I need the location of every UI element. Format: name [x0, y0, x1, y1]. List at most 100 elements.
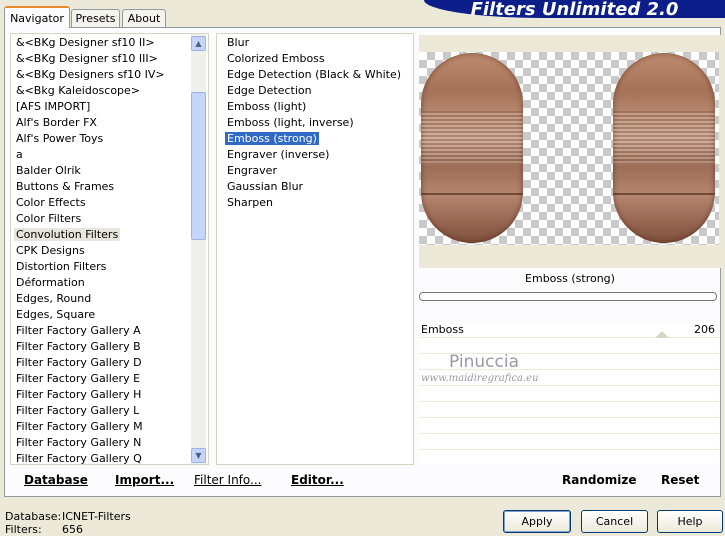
slider-row-empty: [419, 418, 719, 434]
slider-emboss[interactable]: Emboss 206: [419, 322, 719, 338]
filter-item-label: Engraver (inverse): [227, 148, 330, 161]
filter-item[interactable]: Engraver (inverse): [222, 147, 412, 163]
category-item[interactable]: Alf's Power Toys: [11, 131, 191, 147]
preview-image: [419, 52, 719, 245]
category-item[interactable]: Filter Factory Gallery M: [11, 419, 191, 435]
tab-navigator-label: Navigator: [10, 11, 64, 25]
status-database: Database: ICNET-Filters: [5, 510, 131, 523]
randomize-button-label: Randomize: [562, 473, 637, 487]
filter-item[interactable]: Gaussian Blur: [222, 179, 412, 195]
category-item[interactable]: Edges, Square: [11, 307, 191, 323]
slider-row-empty: [419, 434, 719, 450]
category-item-label: a: [16, 148, 23, 161]
cancel-button[interactable]: Cancel: [581, 510, 648, 533]
category-item[interactable]: &<BKg Designer sf10 III>: [11, 51, 191, 67]
tab-about-label: About: [127, 12, 161, 25]
category-item-label: Déformation: [16, 276, 85, 289]
filter-item-label: Sharpen: [227, 196, 273, 209]
slider-value: 206: [694, 323, 715, 336]
status-filters: Filters: 656: [5, 523, 83, 536]
category-item[interactable]: Filter Factory Gallery N: [11, 435, 191, 451]
category-item[interactable]: Filter Factory Gallery E: [11, 371, 191, 387]
filter-item[interactable]: Engraver: [222, 163, 412, 179]
database-button[interactable]: Database: [24, 473, 88, 487]
filter-info-button[interactable]: Filter Info...: [194, 473, 261, 487]
filter-item[interactable]: Sharpen: [222, 195, 412, 211]
filter-item[interactable]: Edge Detection: [222, 83, 412, 99]
category-item[interactable]: Edges, Round: [11, 291, 191, 307]
category-item[interactable]: Filter Factory Gallery D: [11, 355, 191, 371]
category-item-label: [AFS IMPORT]: [16, 100, 91, 113]
category-item[interactable]: Filter Factory Gallery H: [11, 387, 191, 403]
category-item[interactable]: Filter Factory Gallery B: [11, 339, 191, 355]
category-item[interactable]: Filter Factory Gallery L: [11, 403, 191, 419]
import-button-label: Import...: [115, 473, 175, 487]
progress-bar: [419, 292, 717, 301]
category-item[interactable]: Filter Factory Gallery A: [11, 323, 191, 339]
tab-about[interactable]: About: [122, 9, 166, 27]
category-item[interactable]: CPK Designs: [11, 243, 191, 259]
category-item[interactable]: [AFS IMPORT]: [11, 99, 191, 115]
category-item[interactable]: a: [11, 147, 191, 163]
category-scrollbar[interactable]: ▲ ▼: [191, 34, 206, 464]
category-item[interactable]: &<Bkg Kaleidoscope>: [11, 83, 191, 99]
filter-item[interactable]: Emboss (light, inverse): [222, 115, 412, 131]
scroll-thumb[interactable]: [191, 92, 206, 240]
editor-button-label: Editor...: [291, 473, 344, 487]
reset-button[interactable]: Reset: [661, 473, 699, 487]
filter-item-label: Blur: [227, 36, 250, 49]
filter-item-label: Edge Detection: [227, 84, 312, 97]
category-item-label: Filter Factory Gallery N: [16, 436, 142, 449]
category-item[interactable]: Alf's Border FX: [11, 115, 191, 131]
preview-after-image: [613, 53, 715, 243]
filter-item[interactable]: Colorized Emboss: [222, 51, 412, 67]
help-button-label: Help: [677, 515, 703, 528]
editor-button[interactable]: Editor...: [291, 473, 344, 487]
slider-thumb[interactable]: [655, 331, 669, 338]
category-item-label: Edges, Square: [16, 308, 96, 321]
scroll-down-icon[interactable]: ▼: [191, 448, 206, 463]
category-item[interactable]: &<BKg Designer sf10 II>: [11, 35, 191, 51]
watermark-name: Pinuccia: [449, 352, 519, 372]
randomize-button[interactable]: Randomize: [562, 473, 636, 487]
filter-item[interactable]: Blur: [222, 35, 412, 51]
category-item-label: Balder Olrik: [16, 164, 81, 177]
category-item[interactable]: Color Filters: [11, 211, 191, 227]
filter-item[interactable]: Edge Detection (Black & White): [222, 67, 412, 83]
status-filters-value: 656: [62, 523, 83, 536]
slider-row-empty: [419, 450, 719, 466]
apply-button[interactable]: Apply: [503, 510, 571, 533]
filter-item-label: Emboss (strong): [224, 131, 320, 146]
category-item[interactable]: Balder Olrik: [11, 163, 191, 179]
category-item[interactable]: Filter Factory Gallery Q: [11, 451, 191, 464]
slider-panel: Emboss 206 Pinuccia www.maidiregrafica.e…: [419, 322, 719, 464]
scroll-up-icon[interactable]: ▲: [191, 36, 206, 51]
category-item-label: &<BKg Designers sf10 IV>: [16, 68, 165, 81]
watermark-url: www.maidiregrafica.eu: [421, 373, 539, 384]
category-item[interactable]: &<BKg Designers sf10 IV>: [11, 67, 191, 83]
tab-presets[interactable]: Presets: [71, 9, 120, 27]
category-item[interactable]: Déformation: [11, 275, 191, 291]
category-item-label: Filter Factory Gallery A: [16, 324, 141, 337]
category-item[interactable]: Color Effects: [11, 195, 191, 211]
category-item[interactable]: Buttons & Frames: [11, 179, 191, 195]
filter-item-label: Edge Detection (Black & White): [227, 68, 402, 81]
tab-navigator[interactable]: Navigator: [4, 6, 70, 28]
category-item-label: Distortion Filters: [16, 260, 107, 273]
category-item[interactable]: Distortion Filters: [11, 259, 191, 275]
category-item-label: Color Effects: [16, 196, 86, 209]
filter-list[interactable]: Blur Colorized Emboss Edge Detection (Blac…: [216, 33, 414, 465]
reset-button-label: Reset: [661, 473, 700, 487]
slider-row-empty: [419, 402, 719, 418]
category-item-label: Filter Factory Gallery D: [16, 356, 142, 369]
category-item-label: Edges, Round: [16, 292, 92, 305]
filter-item[interactable]: Emboss (strong): [222, 131, 412, 147]
help-button[interactable]: Help: [657, 510, 723, 533]
database-button-label: Database: [24, 473, 88, 487]
category-list[interactable]: &<BKg Designer sf10 II> &<BKg Designer sf…: [10, 33, 209, 465]
category-item[interactable]: Convolution Filters: [11, 227, 191, 243]
import-button[interactable]: Import...: [115, 473, 174, 487]
category-item-label: Convolution Filters: [14, 228, 121, 241]
category-item-label: &<BKg Designer sf10 II>: [16, 36, 155, 49]
filter-item[interactable]: Emboss (light): [222, 99, 412, 115]
